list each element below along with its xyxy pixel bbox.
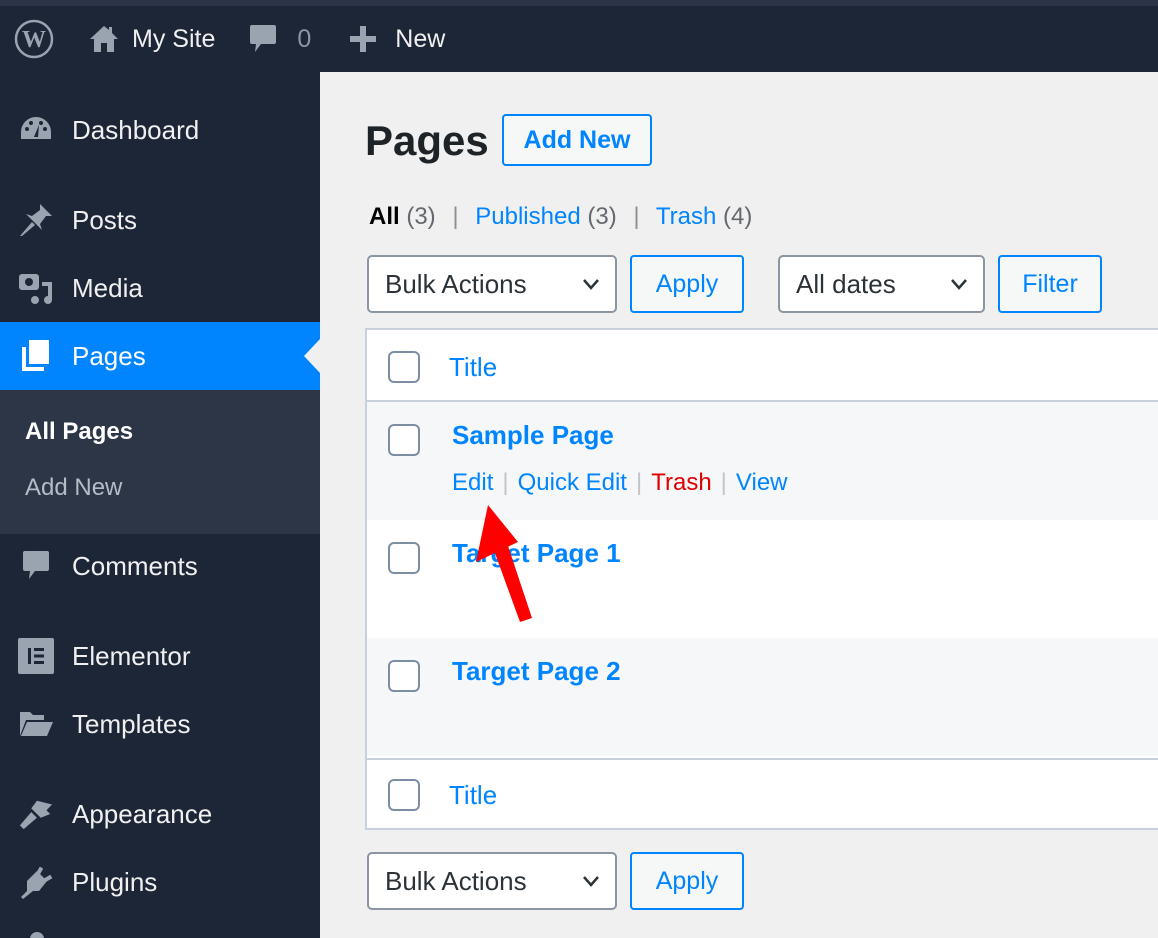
filter-button[interactable]: Filter [998,255,1102,313]
sidebar-item-posts[interactable]: Posts [0,186,320,254]
sidebar-item-elementor[interactable]: Elementor [0,622,320,690]
row-actions: Edit | Quick Edit | Trash | View [452,469,788,497]
chevron-down-icon [583,279,599,290]
site-name: My Site [132,24,216,53]
sidebar-item-label: Pages [72,340,146,371]
view-trash-count: (4) [722,203,753,230]
sidebar-item-media[interactable]: Media [0,254,320,322]
sidebar-item-comments[interactable]: Comments [0,532,320,600]
sidebar-item-appearance[interactable]: Appearance [0,780,320,848]
page-title: Pages [365,117,489,164]
sidebar-item-label: Posts [72,204,138,235]
main-content: Pages Add New All (3) | Published (3) | … [320,72,1158,938]
admin-sidebar: Dashboard Posts Media Pages All Pages Ad… [0,72,320,938]
media-icon [18,270,54,306]
sidebar-item-label: Elementor [72,640,191,671]
sidebar-item-label: Dashboard [72,114,200,145]
bulk-actions-value: Bulk Actions [385,268,527,299]
site-link[interactable]: My Site [88,6,215,72]
title-column-header[interactable]: Title [449,352,497,383]
edit-link[interactable]: Edit [452,469,493,496]
sidebar-item-pages[interactable]: Pages [0,322,320,390]
home-icon [90,26,118,52]
sidebar-item-label: Plugins [72,866,158,897]
dates-value: All dates [796,268,896,299]
submenu-add-new[interactable]: Add New [25,474,122,502]
folder-icon [18,706,54,742]
comments-link[interactable]: 0 [249,6,311,72]
trash-link[interactable]: Trash [651,469,711,496]
wordpress-logo-icon: W [14,19,54,59]
apply-button-top[interactable]: Apply [630,255,744,313]
sidebar-item-dashboard[interactable]: Dashboard [0,96,320,164]
view-published-count: (3) [587,203,617,230]
select-all-checkbox[interactable] [388,351,420,383]
plus-icon [350,26,377,52]
elementor-icon [18,638,54,674]
page-title-link[interactable]: Target Page 2 [452,656,621,687]
new-label: New [395,24,446,53]
pages-icon [18,338,54,374]
select-all-checkbox-footer[interactable] [388,779,420,811]
comment-icon [18,548,54,584]
apply-button-bottom[interactable]: Apply [630,852,744,910]
add-new-page-button[interactable]: Add New [502,114,652,166]
table-row: Target Page 2 [367,638,1158,756]
chevron-down-icon [583,876,599,887]
annotation-arrow-icon [476,505,532,622]
view-all-count: (3) [406,203,436,230]
status-filter-links: All (3) | Published (3) | Trash (4) [369,203,752,231]
new-content-button[interactable]: New [349,6,445,72]
page-title-link[interactable]: Sample Page [452,420,614,451]
wordpress-logo-button[interactable]: W [14,19,54,59]
view-all-link[interactable]: All [369,203,400,230]
pin-icon [18,202,54,238]
table-footer: Title [367,758,1158,828]
row-checkbox[interactable] [388,424,420,456]
comment-bubble-icon [250,25,277,52]
action-separator: | [720,469,727,496]
sidebar-item-templates[interactable]: Templates [0,690,320,758]
bulk-actions-select-bottom[interactable]: Bulk Actions [367,852,617,910]
sidebar-item-plugins[interactable]: Plugins [0,848,320,916]
quick-edit-link[interactable]: Quick Edit [518,469,627,496]
bulk-actions-select-top[interactable]: Bulk Actions [367,255,617,313]
action-separator: | [635,469,643,496]
pages-submenu: All Pages Add New [0,390,320,534]
admin-bar: W My Site 0 New [0,0,1158,72]
table-header: Title [367,330,1158,402]
dates-filter-select[interactable]: All dates [778,255,985,313]
users-icon [30,932,44,938]
view-link[interactable]: View [736,469,788,496]
action-separator: | [502,469,509,496]
chevron-down-icon [951,279,967,290]
dashboard-icon [18,112,54,148]
sidebar-item-label: Media [72,272,143,303]
sidebar-item-label: Templates [72,708,191,739]
paintbrush-icon [18,796,54,832]
view-trash-link[interactable]: Trash [656,203,716,230]
sidebar-item-label: Comments [72,550,198,581]
plugin-icon [18,864,54,900]
title-column-footer[interactable]: Title [449,780,497,811]
sidebar-item-label: Appearance [72,798,213,829]
submenu-all-pages[interactable]: All Pages [25,418,133,446]
views-separator: | [633,203,640,230]
view-published-link[interactable]: Published [475,203,580,230]
row-checkbox[interactable] [388,660,420,692]
comments-count: 0 [297,24,312,53]
views-separator: | [452,203,459,230]
svg-text:W: W [22,27,46,53]
row-checkbox[interactable] [388,542,420,574]
bulk-actions-value: Bulk Actions [385,865,527,896]
